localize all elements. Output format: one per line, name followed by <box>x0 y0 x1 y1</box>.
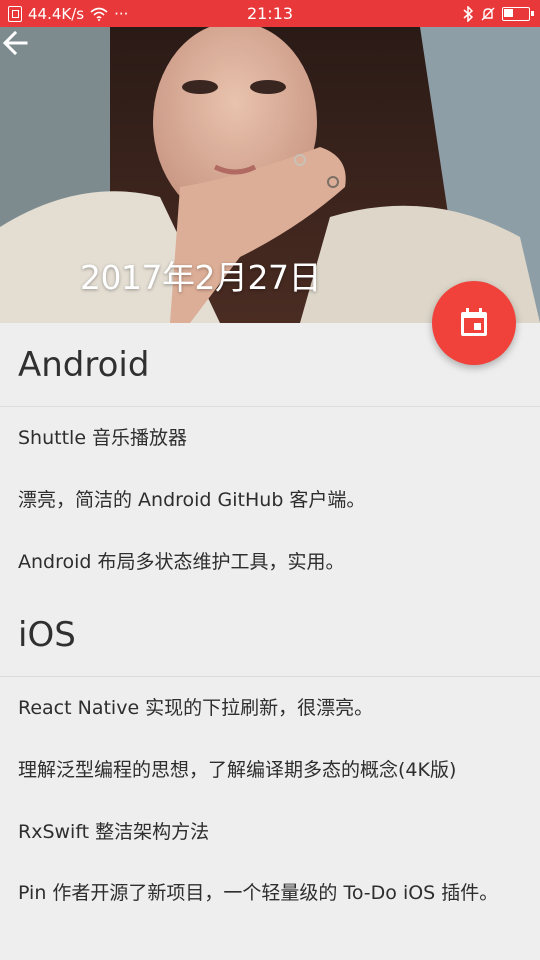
bluetooth-icon <box>463 5 474 22</box>
status-time: 21:13 <box>246 4 294 23</box>
list-item[interactable]: Android 布局多状态维护工具，实用。 <box>0 531 540 593</box>
more-indicator: ··· <box>114 4 129 23</box>
screen: 44.4K/s ··· 21:13 2017年2月27日 Android Shu… <box>0 0 540 960</box>
list-item[interactable]: Shuttle 音乐播放器 <box>0 407 540 469</box>
status-bar: 44.4K/s ··· 21:13 <box>0 0 540 27</box>
list-item[interactable]: RxSwift 整洁架构方法 <box>0 801 540 863</box>
net-speed: 44.4K/s <box>28 4 85 23</box>
daily-list: Android Shuttle 音乐播放器 漂亮，简洁的 Android Git… <box>0 323 540 923</box>
list-item[interactable]: React Native 实现的下拉刷新，很漂亮。 <box>0 677 540 739</box>
wifi-icon <box>90 7 108 21</box>
list-item[interactable]: 理解泛型编程的思想，了解编译期多态的概念(4K版) <box>0 739 540 801</box>
battery-icon <box>502 6 534 21</box>
list-item[interactable]: Pin 作者开源了新项目，一个轻量级的 To-Do iOS 插件。 <box>0 863 540 923</box>
section-ios: iOS React Native 实现的下拉刷新，很漂亮。 理解泛型编程的思想，… <box>0 593 540 923</box>
calendar-icon <box>461 308 487 336</box>
section-title: iOS <box>0 593 540 677</box>
section-android: Android Shuttle 音乐播放器 漂亮，简洁的 Android Git… <box>0 323 540 593</box>
mute-icon <box>481 7 495 20</box>
back-arrow-icon[interactable] <box>0 27 32 59</box>
list-item[interactable]: 漂亮，简洁的 Android GitHub 客户端。 <box>0 469 540 531</box>
header-image: 2017年2月27日 <box>0 27 540 323</box>
header-date-title: 2017年2月27日 <box>80 258 321 297</box>
calendar-fab-button[interactable] <box>432 281 516 365</box>
sim-icon <box>8 5 22 22</box>
